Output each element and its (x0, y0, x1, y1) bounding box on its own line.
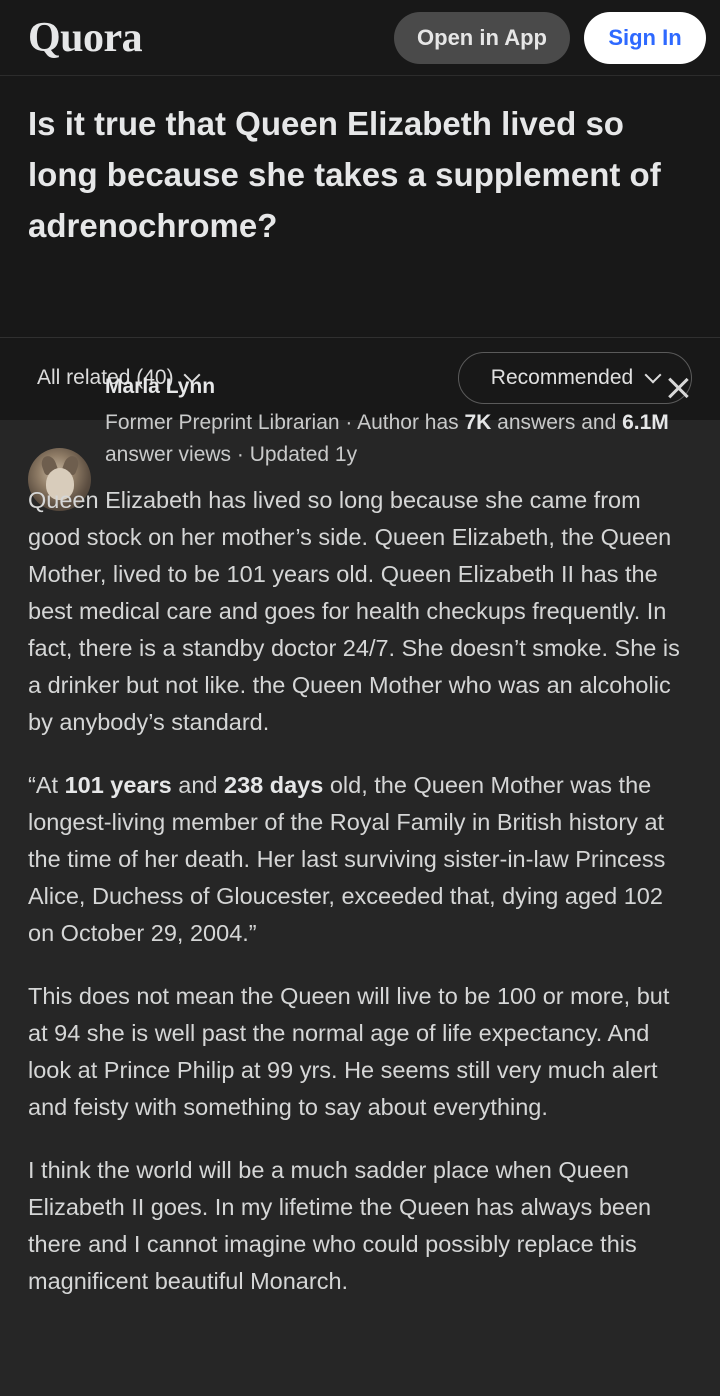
close-icon[interactable] (666, 376, 690, 400)
answer-paragraph: Queen Elizabeth has lived so long becaus… (28, 487, 680, 735)
chevron-down-icon (644, 366, 662, 384)
answers-count: 7K (464, 411, 492, 434)
answer-body: Queen Elizabeth has lived so long becaus… (28, 482, 692, 1326)
answer-paragraph: “At 101 years and 238 days old, the Quee… (28, 772, 666, 946)
answer-paragraph: This does not mean the Queen will live t… (28, 983, 670, 1120)
views-count: 6.1M (622, 411, 669, 434)
author-credential: Former Preprint Librarian · Author has 7… (105, 407, 675, 471)
credential-mid: answers and (491, 411, 623, 434)
sort-label: Recommended (490, 366, 634, 389)
answer-paragraph: I think the world will be a much sadder … (28, 1157, 652, 1294)
credential-prefix: Former Preprint Librarian · Author has (105, 411, 465, 434)
question-title[interactable]: Is it true that Queen Elizabeth lived so… (28, 98, 692, 251)
open-in-app-button[interactable]: Open in App (394, 12, 570, 64)
question-header: Is it true that Queen Elizabeth lived so… (0, 76, 720, 338)
author-name[interactable]: Marla Lynn (105, 375, 215, 399)
sort-dropdown[interactable]: Recommended (458, 352, 692, 404)
sign-in-button[interactable]: Sign In (584, 12, 706, 64)
top-bar: Quora Open in App Sign In (0, 0, 720, 76)
quora-logo[interactable]: Quora (28, 14, 143, 62)
credential-suffix: answer views · Updated 1y (105, 443, 358, 466)
